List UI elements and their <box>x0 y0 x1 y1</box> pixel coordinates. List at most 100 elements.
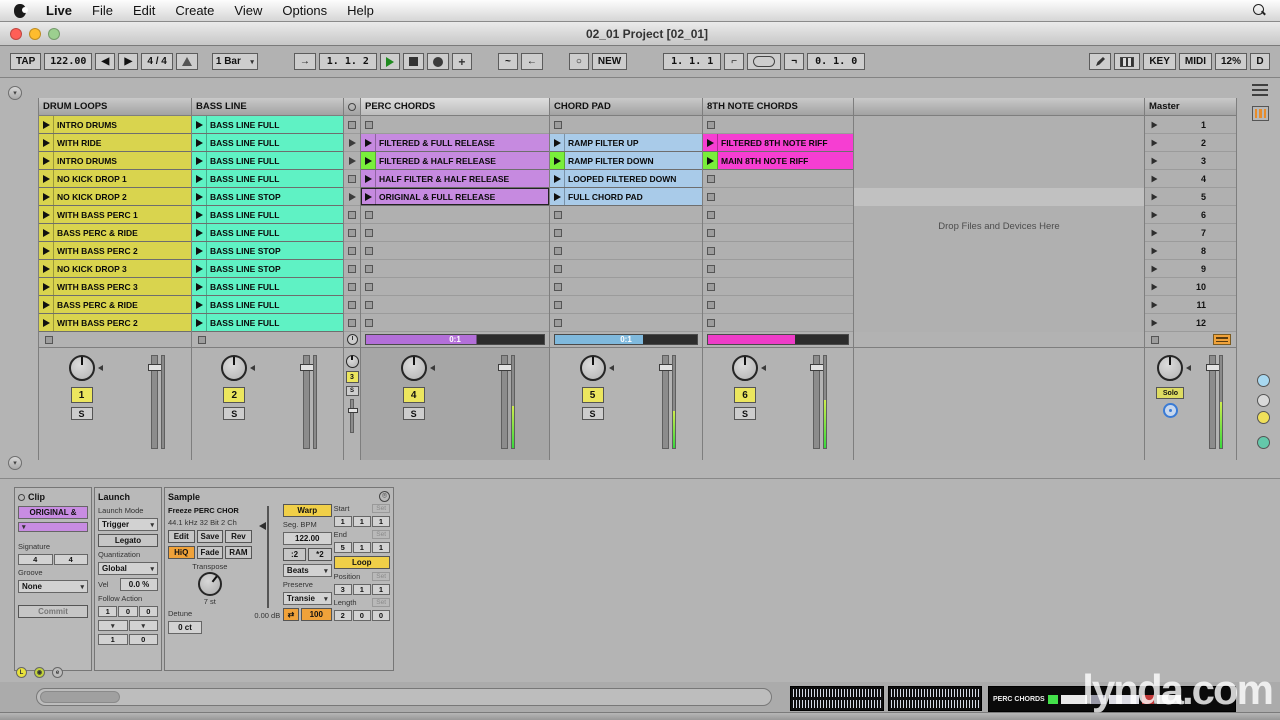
scene-launch-icon[interactable] <box>1152 319 1158 326</box>
loop-button[interactable]: Loop <box>334 556 390 569</box>
solo-button[interactable]: S <box>71 407 93 420</box>
scene-slot[interactable]: 8 <box>1145 242 1236 260</box>
stop-all-clips-button[interactable] <box>45 336 53 344</box>
empty-clip-slot[interactable] <box>550 296 702 314</box>
clip-slot[interactable]: INTRO DRUMS <box>39 152 191 170</box>
scene-slot[interactable]: 2 <box>1145 134 1236 152</box>
clip-launch-button[interactable] <box>39 314 54 331</box>
clip-slot[interactable]: BASS LINE FULL <box>192 152 343 170</box>
drop-area[interactable]: Drop Files and Devices Here <box>854 116 1144 332</box>
scene-launch-icon[interactable] <box>1152 139 1158 146</box>
clip-slot[interactable]: HALF FILTER & HALF RELEASE <box>361 170 549 188</box>
legato-button[interactable]: Legato <box>98 534 158 547</box>
fader-handle[interactable] <box>300 364 314 371</box>
scene-slot[interactable]: 9 <box>1145 260 1236 278</box>
stop-button[interactable] <box>403 53 424 70</box>
master-track-header[interactable]: Master <box>1145 98 1236 116</box>
fader-handle[interactable] <box>348 408 358 413</box>
menu-view[interactable]: View <box>234 3 262 18</box>
clip-launch-button[interactable] <box>192 170 207 187</box>
volume-fader[interactable] <box>151 355 158 449</box>
clip-stop-button[interactable] <box>707 175 715 183</box>
fader-handle[interactable] <box>498 364 512 371</box>
close-button[interactable] <box>10 28 22 40</box>
empty-clip-slot[interactable] <box>361 278 549 296</box>
length-bars[interactable]: 2 <box>334 610 352 621</box>
cue-headphone-button[interactable] <box>1163 403 1178 418</box>
empty-clip-slot[interactable] <box>361 116 549 134</box>
menu-edit[interactable]: Edit <box>133 3 155 18</box>
position-beats[interactable]: 1 <box>353 584 371 595</box>
gain-value[interactable]: 0.00 dB <box>254 611 280 620</box>
tempo-display[interactable]: 122.00 <box>44 53 92 70</box>
start-bars[interactable]: 1 <box>334 516 352 527</box>
position-sixteenths[interactable]: 1 <box>372 584 390 595</box>
solo-button[interactable]: S <box>734 407 756 420</box>
horizontal-scrollbar[interactable] <box>36 688 772 706</box>
empty-clip-slot[interactable] <box>703 116 853 134</box>
zoom-button[interactable] <box>48 28 60 40</box>
clip-launch-button[interactable] <box>361 152 376 169</box>
clip-stop-button[interactable] <box>365 229 373 237</box>
scene-slot[interactable]: 5 <box>1145 188 1236 206</box>
clip-slot[interactable]: FULL CHORD PAD <box>550 188 702 206</box>
volume-fader[interactable] <box>662 355 669 449</box>
clip-slot[interactable]: WITH BASS PERC 2 <box>39 314 191 332</box>
empty-clip-slot[interactable] <box>550 206 702 224</box>
follow-chance-a[interactable]: 1 <box>98 634 128 645</box>
empty-clip-slot[interactable] <box>361 224 549 242</box>
empty-clip-slot[interactable] <box>344 314 360 332</box>
groove-chooser[interactable]: None <box>18 580 88 593</box>
browser-hamburger-icon[interactable] <box>1252 84 1268 96</box>
clip-launch-button[interactable] <box>192 278 207 295</box>
clip-slot[interactable]: WITH BASS PERC 3 <box>39 278 191 296</box>
computer-midi-keyboard-button[interactable] <box>1114 53 1140 70</box>
clip-launch-button[interactable] <box>361 188 376 205</box>
clip-stop-button[interactable] <box>348 121 356 129</box>
clip-slot[interactable]: RAMP FILTER UP <box>550 134 702 152</box>
overdub-button[interactable]: + <box>452 53 472 70</box>
edit-button[interactable]: Edit <box>168 530 195 543</box>
clip-slot[interactable]: BASS LINE STOP <box>192 260 343 278</box>
empty-clip-slot[interactable] <box>703 188 853 206</box>
end-bars[interactable]: 5 <box>334 542 352 553</box>
clip-stop-button[interactable] <box>707 247 715 255</box>
clip-launch-button[interactable] <box>550 134 565 151</box>
clip-slot[interactable]: BASS LINE FULL <box>192 296 343 314</box>
clip-slot[interactable]: RAMP FILTER DOWN <box>550 152 702 170</box>
fade-button[interactable]: Fade <box>197 546 224 559</box>
clip-slot[interactable]: BASS LINE FULL <box>192 134 343 152</box>
pan-knob[interactable] <box>578 355 608 383</box>
clip-stop-button[interactable] <box>707 283 715 291</box>
launch-box-toggle[interactable]: L <box>16 667 27 678</box>
clip-slot[interactable]: NO KICK DROP 3 <box>39 260 191 278</box>
clip-slot[interactable]: INTRO DRUMS <box>39 116 191 134</box>
clip-launch-button[interactable] <box>39 278 54 295</box>
tap-tempo-button[interactable]: TAP <box>10 53 41 70</box>
empty-clip-slot[interactable] <box>361 206 549 224</box>
clip-slot[interactable]: LOOPED FILTERED DOWN <box>550 170 702 188</box>
detune-field[interactable]: 0 ct <box>168 621 202 634</box>
clip-slot[interactable]: BASS LINE FULL <box>192 314 343 332</box>
follow-action-b-chooser[interactable] <box>129 620 159 631</box>
empty-clip-slot[interactable] <box>344 116 360 134</box>
clip-launch-button[interactable] <box>192 314 207 331</box>
empty-clip-slot[interactable] <box>703 224 853 242</box>
warp-mode-chooser[interactable]: Beats <box>283 564 332 577</box>
scene-launch-icon[interactable] <box>1152 175 1158 182</box>
loop-start-display[interactable]: 1. 1. 1 <box>663 53 721 70</box>
reverse-button[interactable]: Rev <box>225 530 252 543</box>
empty-clip-slot[interactable] <box>703 314 853 332</box>
metronome-button[interactable] <box>176 53 198 70</box>
scene-slot[interactable]: 12 <box>1145 314 1236 332</box>
save-button[interactable]: Save <box>197 530 224 543</box>
follow-button[interactable]: → <box>294 53 316 70</box>
menu-help[interactable]: Help <box>347 3 374 18</box>
hiq-button[interactable]: HiQ <box>168 546 195 559</box>
key-map-button[interactable]: KEY <box>1143 53 1176 70</box>
length-beats[interactable]: 0 <box>353 610 371 621</box>
clip-launch-button[interactable] <box>703 134 718 151</box>
volume-fader[interactable] <box>303 355 310 449</box>
position-bars[interactable]: 3 <box>334 584 352 595</box>
midi-map-button[interactable]: MIDI <box>1179 53 1212 70</box>
